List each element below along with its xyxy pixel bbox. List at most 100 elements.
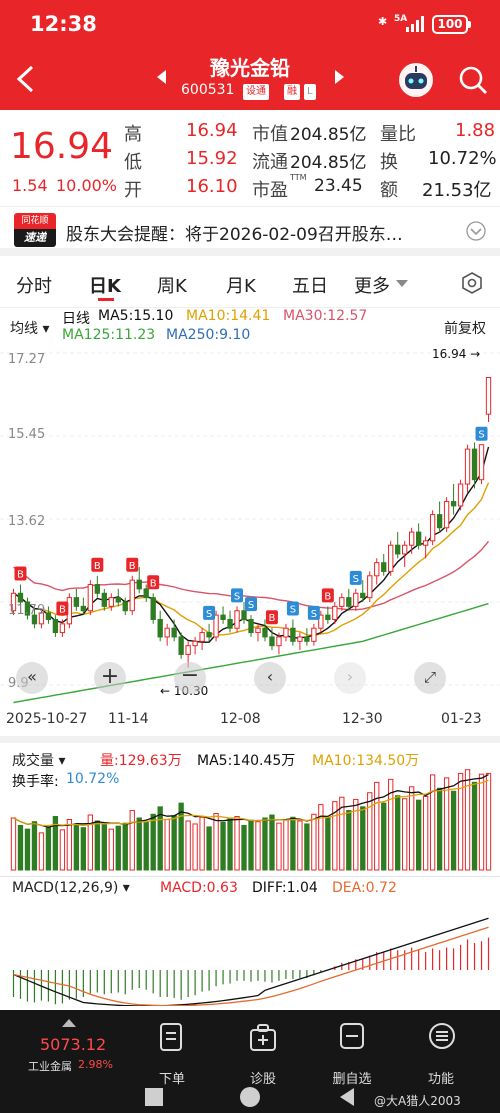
candle-up (464, 448, 471, 485)
tab-more[interactable]: 更多 (354, 272, 390, 298)
zoom-in-button[interactable]: + (94, 662, 126, 694)
bluetooth-icon: ✱ (378, 15, 388, 28)
candle-up (339, 597, 345, 607)
candle-up (422, 540, 429, 546)
functions-menu-icon[interactable] (428, 1022, 456, 1052)
nav-home-button[interactable] (240, 1087, 260, 1107)
candle-down (143, 588, 149, 599)
volume-bar-up (443, 777, 450, 871)
volume-bar-down (24, 828, 31, 871)
x-tick-4: 12-30 (342, 711, 383, 727)
macd-indicator-selector[interactable]: MACD(12,26,9) ▾ (12, 880, 130, 896)
candle-up (276, 636, 282, 647)
candle-down (360, 592, 366, 599)
candle-down (94, 584, 100, 594)
search-icon[interactable] (458, 65, 488, 95)
fullscreen-button[interactable]: ⤢ (414, 662, 446, 694)
volume-bar-down (122, 822, 128, 871)
tab-weekly-k[interactable]: 周K (157, 272, 187, 298)
volume-bar-up (38, 832, 45, 871)
zoom-out-button[interactable]: − (174, 662, 206, 694)
candle-up (59, 623, 66, 634)
remove-watchlist-icon[interactable] (339, 1022, 365, 1052)
remove-watchlist-button[interactable]: 删自选 (322, 1068, 382, 1087)
volume-bar-down (101, 823, 107, 871)
candle-down (115, 597, 121, 603)
amount-label: 额 (380, 180, 398, 201)
market-cap-value: 204.85亿 (290, 125, 367, 145)
nav-recents-button[interactable] (145, 1088, 163, 1106)
index-name: 工业金属 (28, 1060, 72, 1073)
order-document-icon[interactable] (159, 1022, 185, 1054)
candle-up (255, 627, 261, 634)
marker-letter: S (248, 600, 254, 611)
marker-letter: B (59, 604, 66, 615)
candle-down (101, 592, 107, 607)
tab-daily-k[interactable]: 日K (89, 272, 121, 298)
battery-indicator: 100 (432, 15, 471, 34)
candle-up (234, 610, 240, 629)
marker-letter: B (17, 570, 24, 581)
price-change: 1.54 (12, 176, 48, 195)
volume-bar-up (164, 818, 170, 871)
order-button[interactable]: 下单 (142, 1068, 202, 1087)
tab-monthly-k[interactable]: 月K (226, 272, 256, 298)
volume-bar-down (269, 814, 275, 871)
marker-letter: S (353, 574, 359, 585)
candle-down (136, 579, 142, 590)
y-tick-3: 13.62 (8, 514, 46, 529)
tag-financing: 融 (284, 84, 300, 100)
candle-down (346, 597, 352, 607)
marker-letter: B (324, 591, 331, 602)
notice-banner[interactable]: 同花顺 速递 股东大会提醒：将于2026-02-09召开股东… (0, 206, 500, 256)
volume-chart[interactable] (0, 762, 500, 874)
candle-down (73, 597, 80, 607)
candle-up (443, 501, 450, 529)
index-value[interactable]: 5073.12 (40, 1035, 106, 1054)
volume-bar-down (150, 813, 156, 871)
x-tick-3: 12-08 (220, 711, 261, 727)
volume-bar-down (220, 821, 226, 871)
candle-up (478, 444, 485, 481)
volume-bar-down (143, 821, 149, 871)
macd-chart[interactable] (0, 898, 500, 1006)
volume-bar-down (248, 819, 254, 871)
volume-bar-up (367, 792, 373, 871)
volume-bar-up (374, 781, 380, 871)
diagnose-briefcase-icon[interactable] (249, 1022, 277, 1054)
tab-intraday[interactable]: 分时 (16, 272, 52, 298)
robot-assistant-icon[interactable] (398, 62, 434, 98)
ma-mode-selector[interactable]: 均线 ▾ (10, 318, 49, 338)
nav-back-button[interactable] (338, 1087, 356, 1107)
candle-down (325, 614, 331, 620)
settings-hexagon-icon[interactable] (460, 271, 484, 295)
candle-down (381, 562, 387, 572)
signal-icon (406, 16, 424, 32)
expand-down-icon[interactable] (466, 221, 486, 241)
kline-chart[interactable]: BBB BBSSSBS SBSS (0, 345, 500, 705)
volume-bar-up (66, 818, 73, 871)
scroll-left-button[interactable]: « (16, 662, 48, 694)
volume-bar-up (464, 769, 471, 871)
volume-bar-down (206, 826, 212, 871)
tab-five-day[interactable]: 五日 (292, 272, 328, 298)
stock-detail-screen: 12:38 ✱ 5A 100 豫光金铅 600531 设通 融 L 16.94 … (0, 0, 500, 1113)
candle-down (227, 618, 233, 629)
diagnose-button[interactable]: 诊股 (233, 1068, 293, 1087)
y-tick-4: 11.79 (8, 603, 46, 618)
marker-letter: S (311, 609, 317, 620)
step-right-button[interactable]: › (334, 662, 366, 694)
ma125-value: MA125:11.23 (62, 327, 156, 343)
candle-up (388, 544, 394, 572)
step-left-button[interactable]: ‹ (254, 662, 286, 694)
candle-up (332, 605, 338, 620)
volume-bar-up (234, 816, 240, 871)
functions-button[interactable]: 功能 (411, 1068, 471, 1087)
adjust-mode[interactable]: 前复权 (444, 318, 486, 338)
volume-bar-down (436, 787, 443, 871)
candle-down (52, 618, 59, 634)
ma5-value: MA5:15.10 (98, 308, 174, 324)
volume-bar-down (115, 825, 121, 871)
volume-bar-up (59, 829, 66, 871)
next-stock-icon[interactable] (333, 70, 345, 84)
